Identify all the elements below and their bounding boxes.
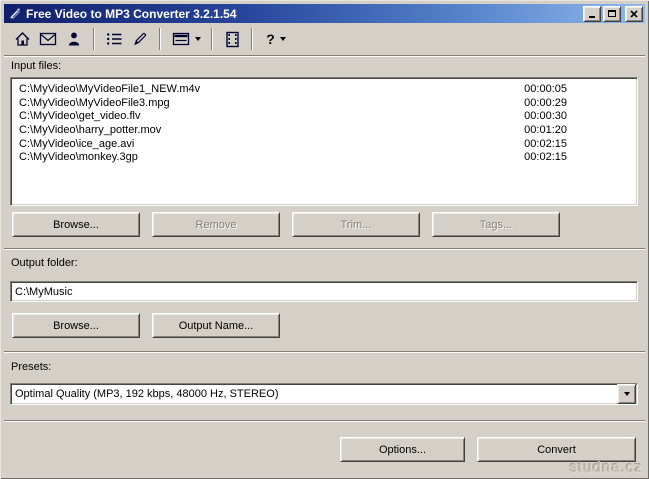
list-item[interactable]: C:\MyVideo\MyVideoFile3.mpg 00:00:29	[11, 97, 637, 111]
minimize-icon	[589, 16, 595, 18]
input-files-label: Input files:	[11, 60, 62, 72]
remove-button: Remove	[152, 212, 280, 237]
separator	[4, 55, 645, 57]
toolbar-separator	[211, 28, 213, 50]
watermark: studna.cz	[569, 459, 643, 476]
output-name-button[interactable]: Output Name...	[152, 313, 280, 338]
menu-window-icon	[172, 32, 189, 46]
help-button[interactable]: ?	[259, 27, 293, 51]
mail-icon	[39, 32, 57, 46]
file-duration: 00:00:05	[524, 83, 567, 95]
file-path: C:\MyVideo\harry_potter.mov	[19, 124, 162, 137]
maximize-icon	[608, 10, 616, 17]
output-folder-field-wrap	[10, 281, 638, 302]
converter-app-icon[interactable]	[7, 6, 23, 21]
separator	[4, 420, 645, 422]
user-icon	[68, 32, 80, 46]
toolbar-separator	[159, 28, 161, 50]
presets-label: Presets:	[11, 361, 52, 373]
presets-combobox[interactable]: Optimal Quality (MP3, 192 kbps, 48000 Hz…	[10, 383, 638, 405]
separator	[4, 248, 645, 250]
file-path: C:\MyVideo\ice_age.avi	[19, 137, 135, 150]
close-icon	[630, 9, 638, 18]
chevron-down-icon	[623, 392, 630, 396]
home-button[interactable]	[9, 27, 35, 51]
list-icon	[106, 33, 121, 45]
titlebar[interactable]: Free Video to MP3 Converter 3.2.1.54	[4, 4, 645, 23]
presets-selected-value: Optimal Quality (MP3, 192 kbps, 48000 Hz…	[15, 388, 279, 400]
film-strip-icon	[225, 31, 239, 47]
user-button[interactable]	[61, 27, 87, 51]
browse-input-button[interactable]: Browse...	[12, 212, 140, 237]
output-folder-label: Output folder:	[11, 257, 78, 269]
minimize-button[interactable]	[583, 5, 601, 22]
list-item[interactable]: C:\MyVideo\harry_potter.mov 00:01:20	[11, 124, 637, 138]
file-duration: 00:02:15	[524, 137, 567, 150]
output-folder-input[interactable]	[11, 284, 637, 299]
list-item[interactable]: C:\MyVideo\ice_age.avi 00:02:15	[11, 138, 637, 152]
file-path: C:\MyVideo\get_video.flv	[19, 110, 141, 123]
file-path: C:\MyVideo\MyVideoFile1_NEW.m4v	[19, 83, 201, 95]
chevron-down-icon	[279, 37, 286, 41]
help-icon: ?	[266, 31, 275, 47]
browse-output-button[interactable]: Browse...	[12, 313, 140, 338]
options-button[interactable]: Options...	[340, 437, 465, 462]
separator	[4, 351, 645, 353]
toolbar-separator	[251, 28, 253, 50]
tags-button: Tags...	[432, 212, 560, 237]
presets-dropdown-button[interactable]	[617, 384, 636, 404]
file-duration: 00:00:29	[524, 96, 567, 109]
toolbar: ?	[4, 23, 645, 55]
app-window: Free Video to MP3 Converter 3.2.1.54 ? I…	[0, 0, 649, 479]
video-button[interactable]	[219, 27, 245, 51]
list-item[interactable]: C:\MyVideo\get_video.flv 00:00:30	[11, 110, 637, 124]
file-duration: 00:02:15	[524, 151, 567, 164]
pencil-button[interactable]	[127, 27, 153, 51]
list-button[interactable]	[101, 27, 127, 51]
file-path: C:\MyVideo\MyVideoFile3.mpg	[19, 96, 170, 109]
window-title: Free Video to MP3 Converter 3.2.1.54	[26, 6, 237, 21]
file-duration: 00:00:30	[524, 110, 567, 123]
file-path: C:\MyVideo\monkey.3gp	[19, 151, 138, 164]
maximize-button[interactable]	[603, 5, 621, 22]
chevron-down-icon	[194, 37, 201, 41]
mail-button[interactable]	[35, 27, 61, 51]
close-button[interactable]	[625, 5, 643, 22]
toolbar-separator	[93, 28, 95, 50]
input-files-list[interactable]: C:\MyVideo\MyVideoFile1_NEW.m4v 00:00:05…	[10, 77, 638, 206]
home-icon	[15, 32, 29, 46]
list-item[interactable]: C:\MyVideo\MyVideoFile1_NEW.m4v 00:00:05	[11, 83, 637, 97]
list-item[interactable]: C:\MyVideo\monkey.3gp 00:02:15	[11, 151, 637, 165]
pencil-icon	[134, 33, 146, 46]
trim-button: Trim...	[292, 212, 420, 237]
file-duration: 00:01:20	[524, 124, 567, 137]
output-format-menu-button[interactable]	[167, 27, 205, 51]
